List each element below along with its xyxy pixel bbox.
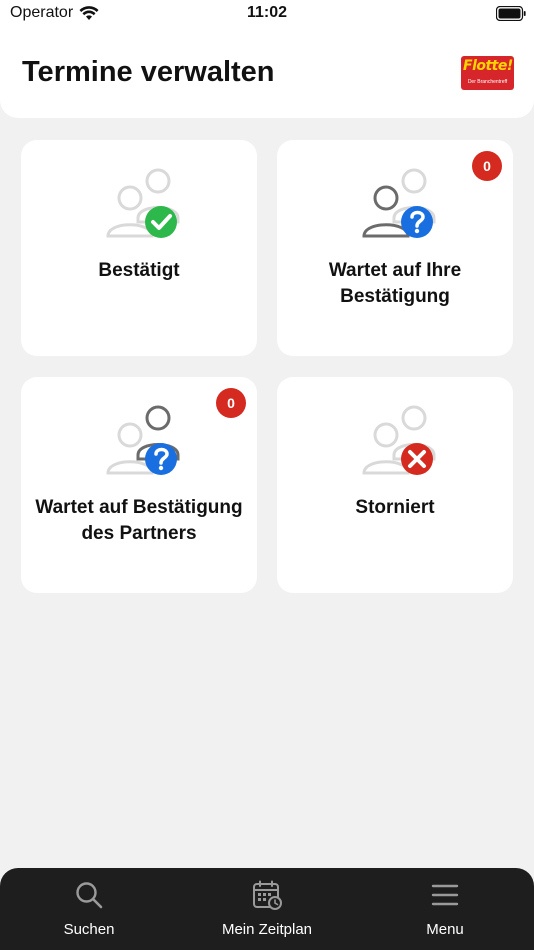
card-label: Storniert xyxy=(355,497,435,518)
tab-label: Suchen xyxy=(63,921,115,938)
flotte-logo: Flotte! Der Branchentreff xyxy=(461,56,514,90)
tab-menu[interactable]: Menu xyxy=(356,868,534,950)
tab-label: Mein Zeitplan xyxy=(221,921,313,938)
card-label: Bestätigt xyxy=(98,260,180,281)
card-cancelled[interactable]: Storniert xyxy=(277,377,513,593)
hamburger-menu-icon xyxy=(431,884,459,906)
count-badge: 0 xyxy=(216,388,246,418)
search-icon xyxy=(76,882,103,909)
battery-icon xyxy=(496,6,526,21)
users-cancel-icon xyxy=(362,405,436,475)
card-awaiting-your-confirmation[interactable]: Wartet auf Ihre Bestätigung 0 xyxy=(277,140,513,356)
users-question-icon xyxy=(362,168,436,238)
count-badge: 0 xyxy=(472,151,502,181)
page-title: Termine verwalten xyxy=(22,56,275,88)
tab-schedule[interactable]: Mein Zeitplan xyxy=(178,868,356,950)
bottom-tab-bar: Suchen Mein Zeitplan Menu xyxy=(0,868,534,950)
calendar-clock-icon xyxy=(253,880,282,910)
status-time: 11:02 xyxy=(246,4,288,21)
logo-text: Flotte! xyxy=(463,58,513,74)
card-confirmed[interactable]: Bestätigt xyxy=(21,140,257,356)
card-label: Wartet auf Bestätigung des Partners xyxy=(35,497,243,544)
users-check-icon xyxy=(106,168,180,238)
tab-search[interactable]: Suchen xyxy=(0,868,178,950)
logo-subtext: Der Branchentreff xyxy=(467,79,508,85)
partner-question-icon xyxy=(106,405,180,475)
card-awaiting-partner-confirmation[interactable]: Wartet auf Bestätigung des Partners 0 xyxy=(21,377,257,593)
header: Termine verwalten Flotte! Der Branchentr… xyxy=(0,28,534,118)
tab-label: Menu xyxy=(426,921,464,938)
card-label: Wartet auf Ihre Bestätigung xyxy=(328,260,462,307)
status-bar: Operator 11:02 xyxy=(0,0,534,28)
